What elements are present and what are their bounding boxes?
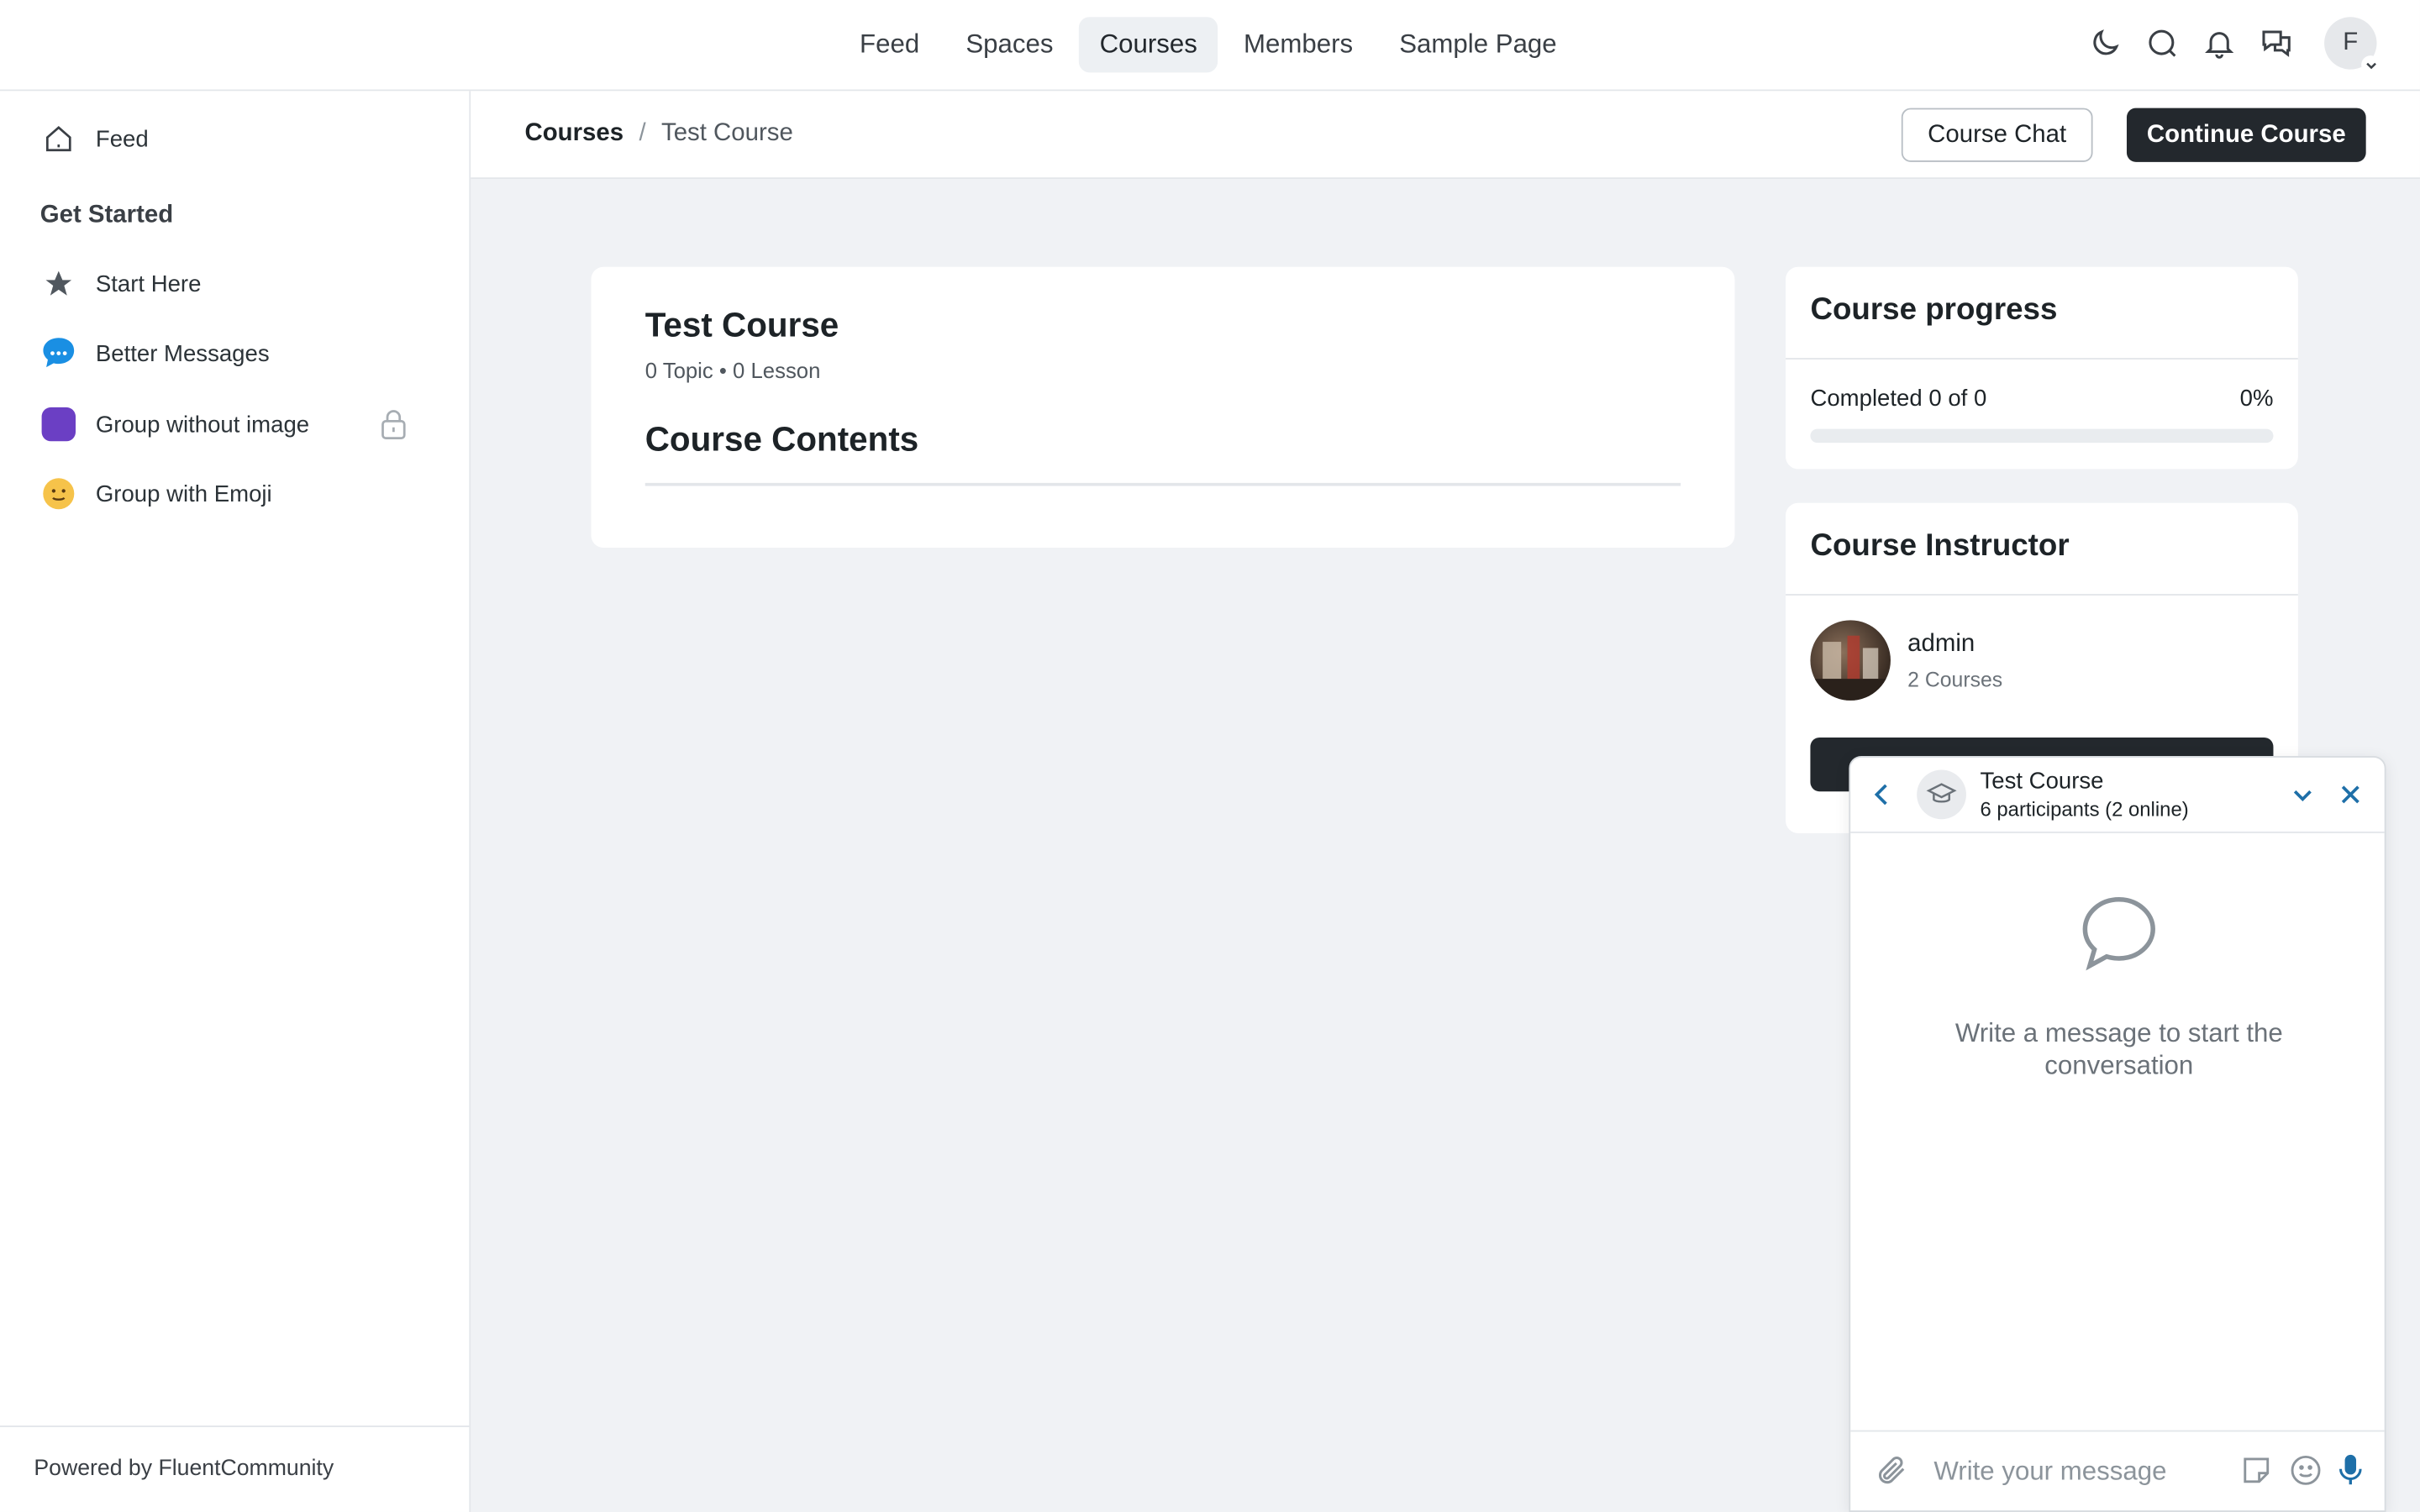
smile-emoji-icon (40, 475, 77, 512)
chat-empty-icon (2079, 893, 2160, 981)
avatar-initial: F (2343, 29, 2359, 56)
sidebar-item-group-without-image[interactable]: Group without image (40, 406, 426, 443)
progress-percent: 0% (2239, 386, 2274, 412)
star-icon (40, 265, 77, 302)
nav-members[interactable]: Members (1223, 17, 1373, 72)
main-nav: Feed Spaces Courses Members Sample Page (839, 17, 1576, 73)
chat-input-bar (1850, 1430, 2385, 1511)
sidebar-item-label: Start Here (95, 270, 202, 297)
moon-icon[interactable] (2086, 24, 2123, 61)
close-icon[interactable] (2338, 782, 2363, 815)
sidebar-item-start-here[interactable]: Start Here (40, 265, 426, 302)
sidebar-item-feed[interactable]: Feed (40, 120, 426, 157)
sidebar-item-group-with-emoji[interactable]: Group with Emoji (40, 475, 426, 512)
progress-heading: Course progress (1810, 292, 2058, 328)
chat-bubbles-icon[interactable] (2258, 24, 2295, 61)
breadcrumb: Courses / Test Course (524, 120, 792, 148)
app-root: Feed Spaces Courses Members Sample Page … (0, 0, 2420, 1512)
nav-sample-page[interactable]: Sample Page (1379, 17, 1576, 72)
instructor-avatar[interactable] (1810, 620, 1891, 701)
microphone-icon[interactable] (2335, 1453, 2366, 1495)
course-meta: 0 Topic • 0 Lesson (644, 358, 821, 383)
chat-header: Test Course 6 participants (2 online) (1850, 758, 2385, 833)
course-contents-heading: Course Contents (644, 419, 919, 459)
breadcrumb-courses[interactable]: Courses (524, 120, 623, 148)
lock-icon (380, 409, 408, 446)
home-icon (40, 120, 77, 157)
purple-square-icon (40, 406, 77, 443)
course-title: Test Course (644, 305, 839, 344)
user-avatar[interactable]: F (2324, 17, 2381, 75)
chevron-down-icon (2361, 55, 2381, 75)
sidebar: Feed Get Started Start Here Better Messa… (0, 91, 471, 1512)
sidebar-group-heading: Get Started (39, 202, 174, 228)
divider (1786, 358, 2298, 360)
course-chat-button[interactable]: Course Chat (1901, 108, 2093, 162)
instructor-course-count: 2 Courses (1907, 668, 2003, 691)
sticker-icon[interactable] (2239, 1453, 2273, 1495)
chat-participants: 6 participants (2 online) (1980, 797, 2189, 822)
course-progress-card: Course progress Completed 0 of 0 0% (1786, 266, 2298, 470)
sidebar-footer[interactable]: Powered by FluentCommunity (0, 1425, 470, 1512)
divider (1786, 594, 2298, 596)
chevron-down-icon[interactable] (2291, 782, 2315, 815)
search-icon[interactable] (2144, 24, 2181, 61)
nav-feed[interactable]: Feed (839, 17, 939, 72)
instructor-heading: Course Instructor (1810, 528, 2070, 564)
breadcrumb-current: Test Course (660, 120, 793, 147)
message-input[interactable] (1933, 1450, 2228, 1494)
sidebar-item-label: Feed (95, 125, 149, 152)
top-actions: F (2086, 17, 2381, 75)
paperclip-icon[interactable] (1876, 1453, 1909, 1495)
chevron-left-icon[interactable] (1869, 780, 1897, 816)
instructor-name[interactable]: admin (1907, 631, 1975, 659)
top-navbar: Feed Spaces Courses Members Sample Page … (0, 0, 2420, 92)
bell-icon[interactable] (2201, 24, 2238, 61)
progress-bar (1810, 428, 2274, 444)
nav-spaces[interactable]: Spaces (945, 17, 1073, 72)
chat-empty-text: Write a message to start the conversatio… (1954, 1018, 2283, 1080)
course-card: Test Course 0 Topic • 0 Lesson Course Co… (591, 266, 1735, 549)
emoji-icon[interactable] (2289, 1453, 2323, 1495)
sidebar-item-better-messages[interactable]: Better Messages (40, 335, 426, 372)
sidebar-item-label: Better Messages (95, 339, 270, 367)
chat-bubble-icon (40, 335, 77, 372)
nav-courses[interactable]: Courses (1079, 17, 1218, 73)
graduation-cap-icon (1917, 769, 1966, 820)
divider (644, 482, 1681, 486)
sidebar-item-label: Group with Emoji (95, 480, 272, 507)
chat-title: Test Course (1980, 768, 2104, 795)
sidebar-item-label: Group without image (95, 411, 310, 438)
continue-course-button[interactable]: Continue Course (2126, 108, 2366, 162)
progress-completed-text: Completed 0 of 0 (1810, 386, 1987, 412)
course-header: Courses / Test Course Course Chat Contin… (471, 91, 2420, 180)
chat-widget: Test Course 6 participants (2 online) Wr… (1849, 755, 2386, 1512)
breadcrumb-separator: / (639, 120, 646, 147)
